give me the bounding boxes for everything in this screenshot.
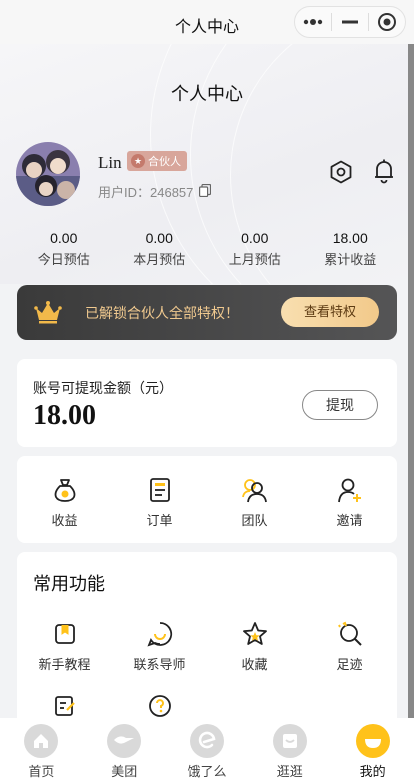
user-id-label: 用户ID： (98, 185, 151, 200)
quick-item-orders[interactable]: 订单 (112, 476, 207, 529)
function-footprint[interactable]: 足迹 (302, 620, 397, 673)
tab-meituan[interactable]: 美团 (83, 718, 166, 780)
bottom-tab-bar: 首页 美团 饿了么 逛逛 我的 (0, 718, 414, 780)
common-functions-card: 常用功能 新手教程 联系导师 收藏 足迹 (17, 552, 397, 732)
user-id-value: 246857 (150, 185, 194, 200)
function-tutorial[interactable]: 新手教程 (17, 620, 112, 673)
function-label: 联系导师 (133, 657, 186, 672)
star-icon: ★ (131, 154, 145, 168)
crown-icon (34, 301, 62, 324)
balance-card: 账号可提现金额（元） 18.00 提现 (17, 359, 397, 447)
settings-button[interactable] (327, 158, 355, 186)
stat-value: 0.00 (50, 230, 78, 246)
privilege-text: 已解锁合伙人全部特权！ (85, 305, 239, 321)
tab-label: 首页 (28, 764, 55, 779)
function-label: 新手教程 (38, 657, 91, 672)
money-bag-icon (51, 476, 79, 504)
star-icon (241, 620, 269, 648)
partner-badge: ★ 合伙人 (127, 151, 187, 171)
meituan-icon (107, 724, 142, 758)
stat-total[interactable]: 18.00 累计收益 (303, 230, 399, 268)
function-label: 足迹 (336, 657, 363, 672)
copy-icon[interactable] (199, 183, 212, 200)
earnings-stats: 0.00 今日预估 0.00 本月预估 0.00 上月预估 18.00 累计收益 (16, 230, 398, 268)
stat-today[interactable]: 0.00 今日预估 (16, 230, 112, 268)
stat-label: 本月预估 (133, 252, 186, 267)
capsule-menu (294, 6, 406, 38)
common-functions-title: 常用功能 (33, 574, 105, 594)
tab-label: 美团 (111, 764, 138, 779)
balance-amount: 18.00 (33, 400, 96, 431)
feedback-icon (51, 692, 79, 720)
user-id-row: 用户ID：246857 (98, 182, 212, 201)
stat-value: 18.00 (332, 230, 368, 246)
partner-privilege-banner: 已解锁合伙人全部特权！ 查看特权 (17, 285, 397, 340)
tab-eleme[interactable]: 饿了么 (166, 718, 249, 780)
tab-home[interactable]: 首页 (0, 718, 83, 780)
order-icon (146, 476, 174, 504)
tutorial-icon (51, 620, 79, 648)
more-button[interactable] (295, 7, 331, 37)
function-label: 收藏 (241, 657, 268, 672)
tab-label: 饿了么 (187, 764, 227, 779)
quick-item-invite[interactable]: 邀请 (302, 476, 397, 529)
view-privileges-button[interactable]: 查看特权 (281, 297, 379, 327)
quick-item-label: 订单 (146, 513, 173, 528)
settings-hexagon-icon (330, 160, 352, 184)
quick-item-label: 团队 (241, 513, 268, 528)
stat-label: 今日预估 (37, 252, 90, 267)
close-miniprogram-button[interactable] (369, 7, 405, 37)
user-name: Lin (98, 153, 122, 172)
balance-label: 账号可提现金额（元） (33, 380, 173, 396)
page-title: 个人中心 (171, 84, 243, 104)
quick-item-label: 邀请 (336, 513, 363, 528)
withdraw-button[interactable]: 提现 (302, 390, 378, 420)
stat-value: 0.00 (241, 230, 269, 246)
eleme-icon (189, 724, 224, 758)
tab-label: 逛逛 (276, 764, 303, 779)
team-icon (241, 476, 269, 504)
tab-label: 我的 (359, 764, 386, 779)
invite-icon (336, 476, 364, 504)
stat-label: 累计收益 (324, 252, 377, 267)
stat-label: 上月预估 (228, 252, 281, 267)
contact-mentor-icon (146, 620, 174, 648)
quick-item-label: 收益 (51, 513, 78, 528)
home-icon (24, 724, 59, 758)
stat-this-month[interactable]: 0.00 本月预估 (112, 230, 208, 268)
footprint-icon (336, 620, 364, 648)
badge-label: 合伙人 (148, 156, 181, 168)
quick-item-earnings[interactable]: 收益 (17, 476, 112, 529)
function-contact-mentor[interactable]: 联系导师 (112, 620, 207, 673)
tab-browse[interactable]: 逛逛 (248, 718, 331, 780)
browse-icon (272, 724, 307, 758)
minus-icon (342, 20, 358, 24)
avatar[interactable] (16, 142, 80, 206)
quick-item-team[interactable]: 团队 (207, 476, 302, 529)
quick-entry-card: 收益 订单 团队 邀请 (17, 456, 397, 543)
profile-icon (355, 724, 390, 758)
stat-last-month[interactable]: 0.00 上月预估 (207, 230, 303, 268)
help-icon (146, 692, 174, 720)
more-dots-icon (303, 19, 323, 25)
minimize-button[interactable] (332, 7, 368, 37)
tab-profile[interactable]: 我的 (331, 718, 414, 780)
nav-bar: 个人中心 (0, 0, 414, 44)
bell-icon (375, 159, 393, 184)
stat-value: 0.00 (145, 230, 173, 246)
scrollbar[interactable] (408, 44, 414, 718)
notification-button[interactable] (370, 157, 398, 185)
function-favorites[interactable]: 收藏 (207, 620, 302, 673)
target-circle-icon (378, 13, 396, 31)
